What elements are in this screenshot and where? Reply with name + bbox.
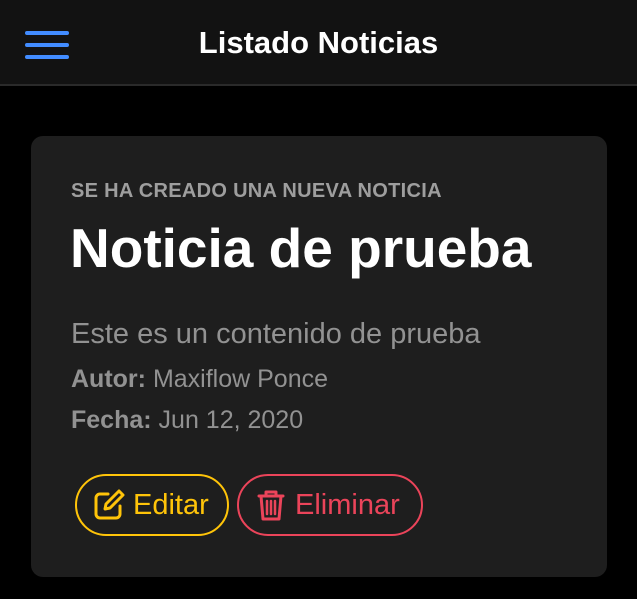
- author-line: Autor: Maxiflow Ponce: [71, 365, 328, 394]
- edit-button-label: Editar: [133, 488, 209, 521]
- app-header: Listado Noticias: [0, 0, 637, 86]
- author-value: Maxiflow Ponce: [152, 365, 329, 393]
- card-title: Noticia de prueba: [70, 217, 532, 279]
- date-line: Fecha: Jun 12, 2020: [71, 406, 303, 435]
- delete-button-label: Eliminar: [295, 488, 400, 521]
- page-title: Listado Noticias: [198, 25, 439, 60]
- delete-button[interactable]: Eliminar: [237, 474, 423, 536]
- trash-icon: [257, 490, 285, 521]
- news-card: SE HA CREADO UNA NUEVA NOTICIA Noticia d…: [31, 136, 607, 577]
- edit-icon: [94, 489, 125, 520]
- date-label: Fecha:: [71, 406, 152, 434]
- author-label: Autor:: [71, 365, 146, 393]
- card-subtitle: SE HA CREADO UNA NUEVA NOTICIA: [71, 180, 442, 202]
- card-content: Este es un contenido de prueba: [71, 318, 481, 350]
- edit-button[interactable]: Editar: [75, 474, 229, 536]
- date-value: Jun 12, 2020: [158, 406, 304, 434]
